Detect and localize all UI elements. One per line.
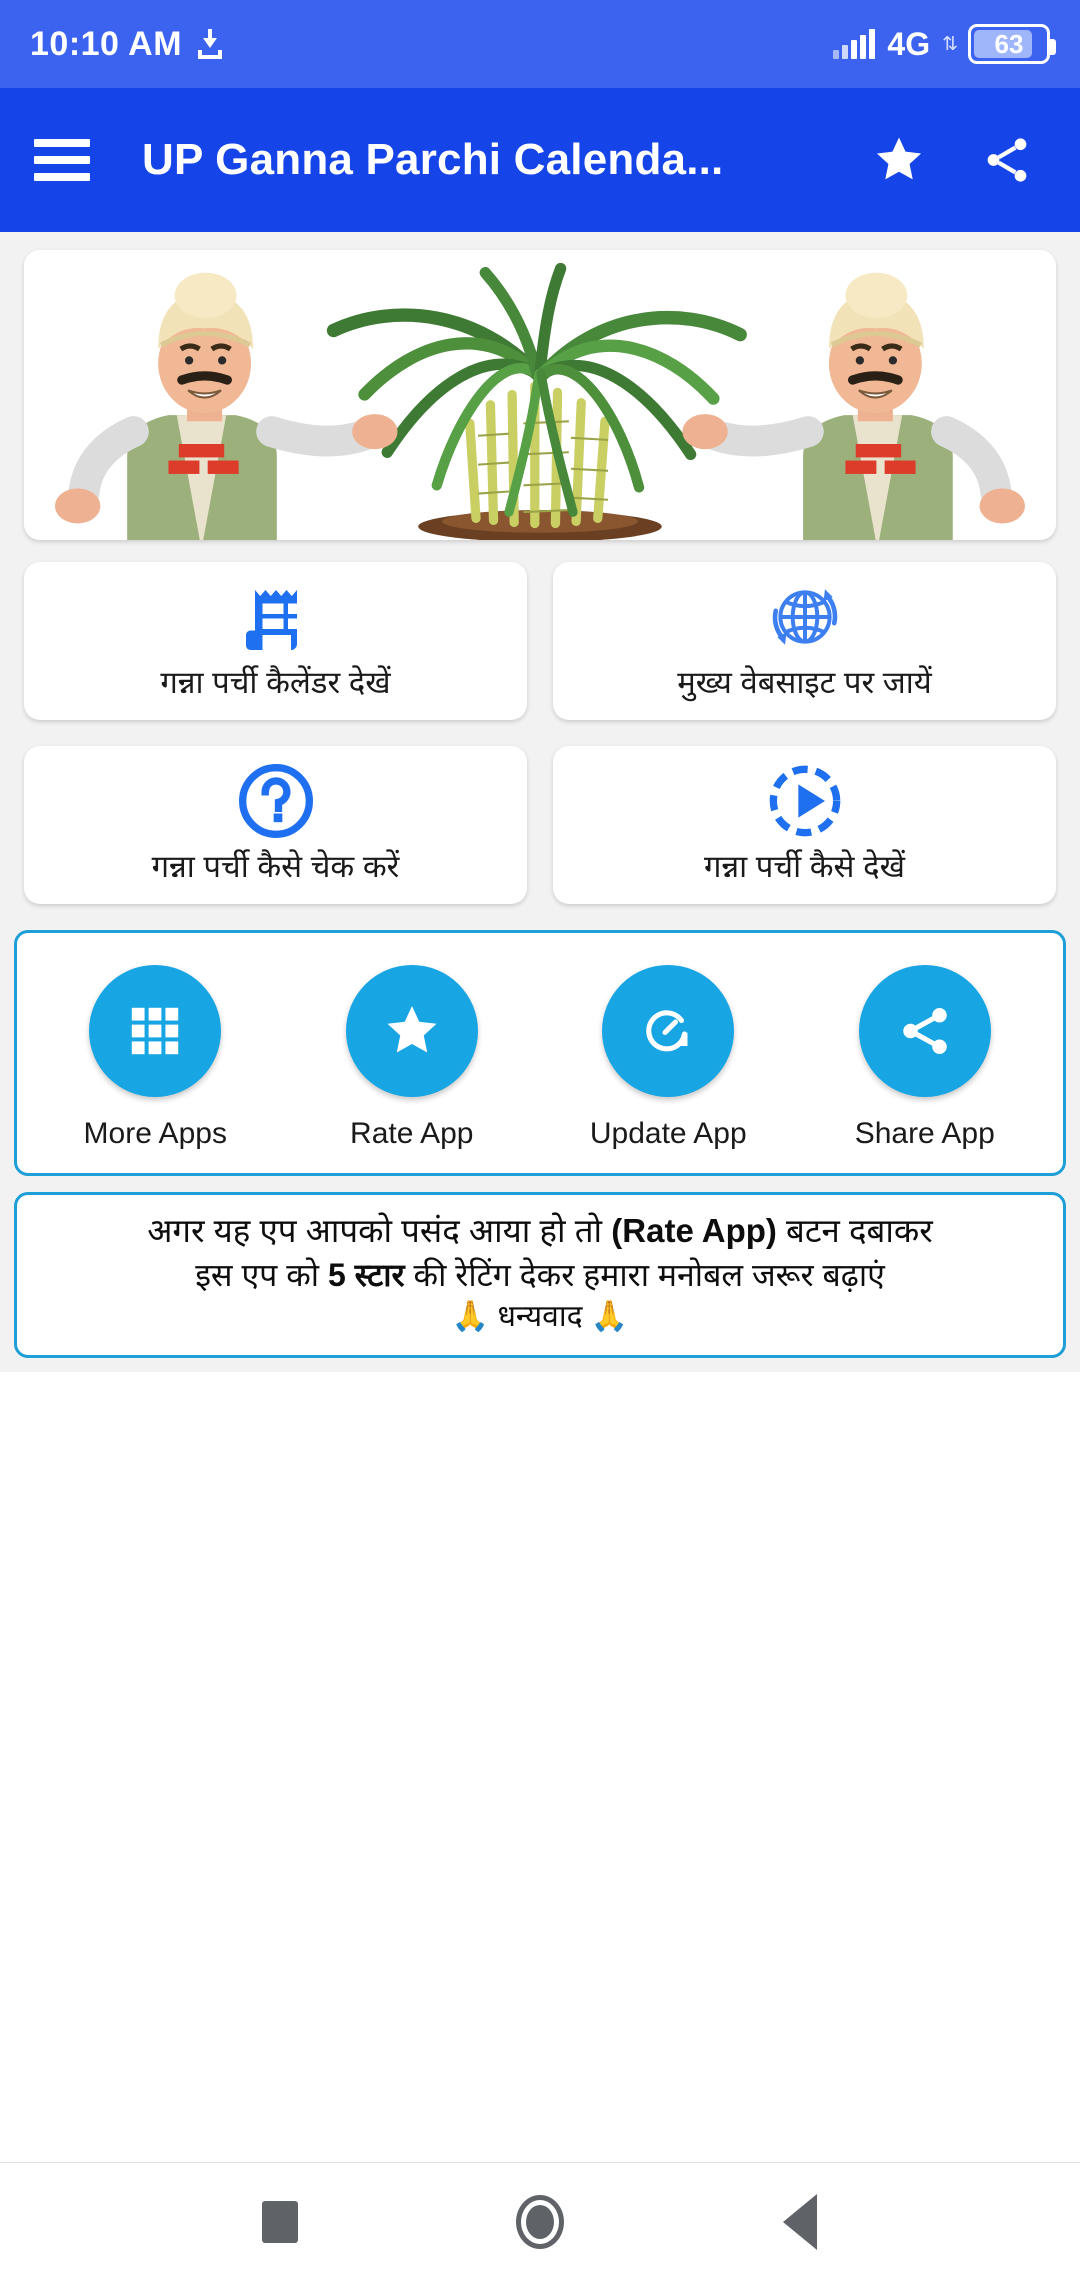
menu-card-view-calendar[interactable]: गन्ना पर्ची कैलेंडर देखें — [24, 562, 527, 720]
star-icon[interactable] — [860, 121, 938, 199]
menu-card-how-to-view[interactable]: गन्ना पर्ची कैसे देखें — [553, 746, 1056, 904]
tiles-region: गन्ना पर्ची कैलेंडर देखें मुख्य वेबसाइट … — [0, 232, 1080, 1373]
menu-grid: गन्ना पर्ची कैलेंडर देखें मुख्य वेबसाइट … — [0, 540, 1080, 904]
menu-card-label: गन्ना पर्ची कैलेंडर देखें — [160, 664, 391, 700]
share-icon — [858, 965, 991, 1097]
menu-card-how-to-check[interactable]: गन्ना पर्ची कैसे चेक करें — [24, 746, 527, 904]
notice-text-b: बटन दबाकर — [776, 1212, 933, 1249]
apps-grid-icon — [89, 965, 222, 1097]
network-type-label: 4G — [887, 25, 931, 62]
menu-card-label: मुख्य वेबसाइट पर जायें — [677, 664, 932, 700]
battery-indicator: 63 — [968, 24, 1056, 64]
globe-refresh-icon — [764, 578, 846, 656]
rate-app-button[interactable]: Rate App — [312, 965, 512, 1151]
notice-line-3: 🙏 धन्यवाद 🙏 — [451, 1299, 629, 1333]
menu-card-label: गन्ना पर्ची कैसे चेक करें — [151, 848, 400, 884]
app-bar: UP Ganna Parchi Calenda... — [0, 88, 1080, 232]
notice-rate-app-emphasis: (Rate App) — [611, 1212, 777, 1249]
receipt-slip-icon — [238, 578, 314, 656]
update-refresh-icon — [602, 965, 735, 1097]
rate-notice-box: अगर यह एप आपको पसंद आया हो तो (Rate App)… — [14, 1192, 1066, 1359]
android-navigation-bar — [0, 2162, 1080, 2280]
status-bar-right: 4G ⇅ 63 — [833, 24, 1056, 64]
more-apps-button[interactable]: More Apps — [55, 965, 255, 1151]
download-icon — [196, 29, 224, 59]
action-label: Update App — [589, 1117, 747, 1150]
page-title: UP Ganna Parchi Calenda... — [142, 135, 724, 184]
data-transfer-icon: ⇅ — [942, 33, 958, 55]
app-actions-bar: More Apps Rate App Update App Share App — [14, 930, 1066, 1176]
notice-line-1: अगर यह एप आपको पसंद आया हो तो (Rate App)… — [35, 1209, 1045, 1254]
home-circle-icon[interactable] — [485, 2167, 595, 2277]
main-content: गन्ना पर्ची कैलेंडर देखें मुख्य वेबसाइट … — [0, 232, 1080, 2162]
signal-bars-icon — [833, 29, 876, 59]
action-label: Share App — [854, 1117, 995, 1150]
action-label: More Apps — [83, 1117, 227, 1150]
notice-text-c: इस एप को — [195, 1256, 328, 1293]
menu-card-label: गन्ना पर्ची कैसे देखें — [704, 848, 905, 884]
notice-text-d: की रेटिंग देकर हमारा मनोबल जरूर बढ़ाएं — [413, 1256, 885, 1293]
action-label: Rate App — [350, 1117, 474, 1150]
status-time: 10:10 AM — [30, 24, 183, 63]
play-dashed-circle-icon — [765, 762, 845, 840]
back-triangle-icon[interactable] — [745, 2167, 855, 2277]
hero-banner — [24, 250, 1056, 540]
farmers-sugarcane-illustration — [24, 250, 1056, 540]
status-bar-left: 10:10 AM — [30, 25, 224, 64]
hamburger-menu-icon[interactable] — [34, 139, 90, 181]
update-app-button[interactable]: Update App — [568, 965, 768, 1151]
notice-five-star-emphasis: 5 स्टार — [327, 1256, 414, 1293]
notice-text-a: अगर यह एप आपको पसंद आया हो तो — [147, 1212, 612, 1249]
status-bar: 10:10 AM 4G ⇅ 63 — [0, 0, 1080, 88]
notice-line-2: इस एप को 5 स्टार की रेटिंग देकर हमारा मन… — [35, 1254, 1045, 1297]
menu-card-main-website[interactable]: मुख्य वेबसाइट पर जायें — [553, 562, 1056, 720]
question-circle-icon — [236, 762, 316, 840]
share-icon[interactable] — [968, 121, 1046, 199]
share-app-button[interactable]: Share App — [825, 965, 1025, 1151]
recents-square-icon[interactable] — [225, 2167, 335, 2277]
battery-level-label: 63 — [994, 28, 1024, 59]
app-screen: 10:10 AM 4G ⇅ 63 UP Ganna Parchi Calenda… — [0, 0, 1080, 2280]
star-icon — [345, 965, 478, 1097]
